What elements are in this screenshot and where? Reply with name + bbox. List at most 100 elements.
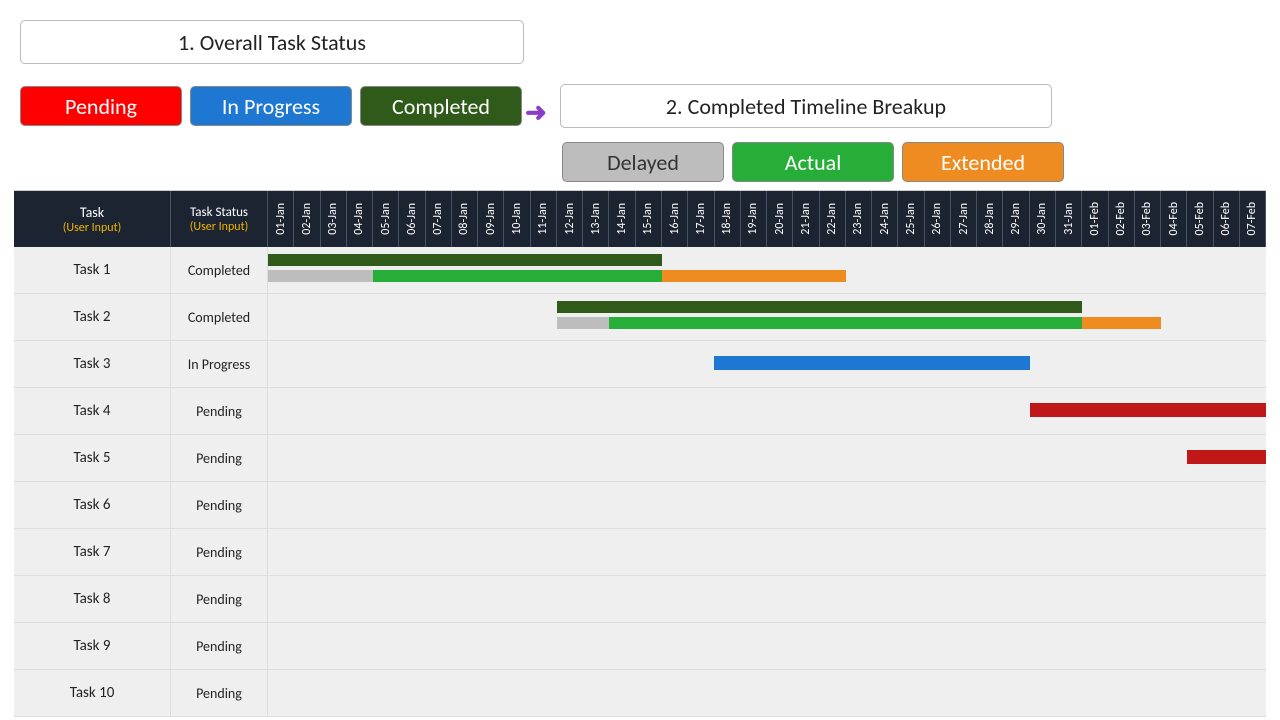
date-cell: 28-Jan (977, 191, 1003, 247)
task-bars (268, 435, 1266, 481)
task-status: Pending (171, 623, 268, 669)
heading-breakup: 2. Completed Timeline Breakup (560, 84, 1052, 128)
date-cell: 08-Jan (452, 191, 478, 247)
task-bars (268, 341, 1266, 387)
legend-completed: Completed (360, 86, 522, 126)
date-cell: 06-Feb (1214, 191, 1240, 247)
task-name: Task 2 (14, 294, 171, 340)
task-bars (268, 482, 1266, 528)
date-cell: 29-Jan (1003, 191, 1029, 247)
bar-pending (1187, 450, 1266, 464)
gantt-chart: Task (User Input) Task Status (User Inpu… (14, 190, 1266, 717)
bar-actual (373, 270, 662, 282)
bar-pending (1030, 403, 1266, 417)
legend-inprogress: In Progress (190, 86, 352, 126)
task-row: Task 10Pending (14, 670, 1266, 717)
legend-pending: Pending (20, 86, 182, 126)
task-row: Task 1Completed (14, 247, 1266, 294)
legend-extended: Extended (902, 142, 1064, 182)
task-name: Task 3 (14, 341, 171, 387)
date-cell: 14-Jan (609, 191, 635, 247)
task-name: Task 8 (14, 576, 171, 622)
col-status: Task Status (User Input) (171, 191, 268, 247)
task-bars (268, 529, 1266, 575)
date-cell: 25-Jan (898, 191, 924, 247)
task-bars (268, 294, 1266, 340)
task-status: Pending (171, 576, 268, 622)
date-header: 01-Jan02-Jan03-Jan04-Jan05-Jan06-Jan07-J… (268, 191, 1266, 247)
task-bars (268, 247, 1266, 293)
date-cell: 09-Jan (478, 191, 504, 247)
date-cell: 10-Jan (504, 191, 530, 247)
date-cell: 12-Jan (557, 191, 583, 247)
date-cell: 01-Feb (1082, 191, 1108, 247)
task-row: Task 4Pending (14, 388, 1266, 435)
date-cell: 07-Feb (1240, 191, 1266, 247)
task-name: Task 4 (14, 388, 171, 434)
task-status: Pending (171, 388, 268, 434)
col-task-sub: (User Input) (63, 221, 122, 235)
date-cell: 18-Jan (715, 191, 741, 247)
task-name: Task 6 (14, 482, 171, 528)
task-status: Completed (171, 247, 268, 293)
date-cell: 02-Feb (1109, 191, 1135, 247)
date-cell: 11-Jan (531, 191, 557, 247)
task-row: Task 2Completed (14, 294, 1266, 341)
col-task-label: Task (80, 204, 104, 221)
task-bars (268, 670, 1266, 716)
date-cell: 24-Jan (872, 191, 898, 247)
task-row: Task 5Pending (14, 435, 1266, 482)
bar-delayed (268, 270, 373, 282)
date-cell: 26-Jan (925, 191, 951, 247)
bar-delayed (557, 317, 610, 329)
arrow-icon: ➜ (525, 96, 547, 128)
date-cell: 03-Feb (1135, 191, 1161, 247)
date-cell: 21-Jan (793, 191, 819, 247)
date-cell: 02-Jan (294, 191, 320, 247)
date-cell: 30-Jan (1030, 191, 1056, 247)
date-cell: 13-Jan (583, 191, 609, 247)
date-cell: 05-Feb (1187, 191, 1213, 247)
bar-extended (662, 270, 846, 282)
task-name: Task 7 (14, 529, 171, 575)
gantt-header: Task (User Input) Task Status (User Inpu… (14, 191, 1266, 247)
bar-in_progress (714, 356, 1029, 370)
date-cell: 15-Jan (636, 191, 662, 247)
task-bars (268, 623, 1266, 669)
date-cell: 17-Jan (688, 191, 714, 247)
date-cell: 04-Feb (1161, 191, 1187, 247)
task-row: Task 7Pending (14, 529, 1266, 576)
task-status: Pending (171, 529, 268, 575)
col-status-label: Task Status (190, 205, 248, 220)
date-cell: 22-Jan (820, 191, 846, 247)
task-status: Pending (171, 435, 268, 481)
task-status: Pending (171, 670, 268, 716)
date-cell: 04-Jan (347, 191, 373, 247)
date-cell: 31-Jan (1056, 191, 1082, 247)
date-cell: 20-Jan (767, 191, 793, 247)
date-cell: 07-Jan (426, 191, 452, 247)
task-name: Task 10 (14, 670, 171, 716)
date-cell: 27-Jan (951, 191, 977, 247)
col-status-sub: (User Input) (190, 220, 249, 234)
task-status: Pending (171, 482, 268, 528)
task-name: Task 9 (14, 623, 171, 669)
task-name: Task 1 (14, 247, 171, 293)
task-status: Completed (171, 294, 268, 340)
date-cell: 05-Jan (373, 191, 399, 247)
task-row: Task 8Pending (14, 576, 1266, 623)
task-row: Task 9Pending (14, 623, 1266, 670)
task-row: Task 6Pending (14, 482, 1266, 529)
col-task: Task (User Input) (14, 191, 171, 247)
task-bars (268, 576, 1266, 622)
bar-completed (268, 254, 662, 266)
date-cell: 19-Jan (741, 191, 767, 247)
date-cell: 01-Jan (268, 191, 294, 247)
date-cell: 16-Jan (662, 191, 688, 247)
legend-actual: Actual (732, 142, 894, 182)
task-status: In Progress (171, 341, 268, 387)
date-cell: 06-Jan (399, 191, 425, 247)
bar-actual (609, 317, 1082, 329)
bar-extended (1082, 317, 1161, 329)
date-cell: 03-Jan (321, 191, 347, 247)
